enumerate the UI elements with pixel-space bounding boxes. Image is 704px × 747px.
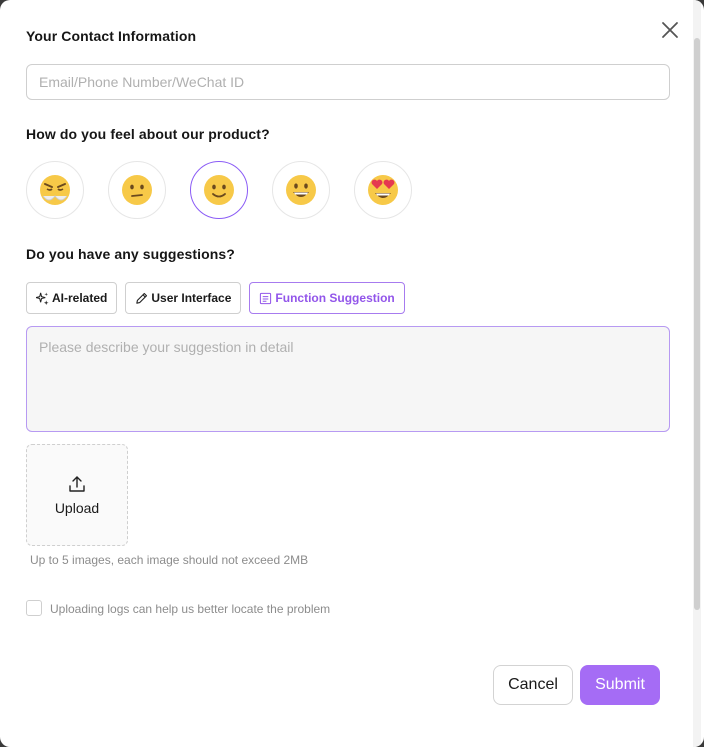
tag-user-interface[interactable]: User Interface bbox=[125, 282, 242, 314]
confused-face-icon bbox=[122, 175, 152, 205]
feedback-dialog: Your Contact Information How do you feel… bbox=[0, 0, 704, 747]
slightly-smiling-face-button[interactable] bbox=[190, 161, 248, 219]
grinning-face-icon bbox=[286, 175, 316, 205]
upload-hint: Up to 5 images, each image should not ex… bbox=[30, 553, 309, 567]
tag-label: Function Suggestion bbox=[275, 291, 395, 305]
cancel-button[interactable]: Cancel bbox=[493, 665, 573, 705]
tag-function-suggestion[interactable]: Function Suggestion bbox=[249, 282, 405, 314]
emoji-rating-group bbox=[26, 161, 412, 219]
angry-face-button[interactable] bbox=[26, 161, 84, 219]
contact-title: Your Contact Information bbox=[26, 28, 197, 44]
sparkles-icon bbox=[36, 291, 49, 305]
suggestion-textarea[interactable] bbox=[26, 326, 670, 432]
confused-face-button[interactable] bbox=[108, 161, 166, 219]
upload-logs-label[interactable]: Uploading logs can help us better locate… bbox=[50, 602, 330, 616]
heart-eyes-face-icon bbox=[368, 175, 398, 205]
scrollbar-thumb[interactable] bbox=[694, 38, 700, 610]
contact-input[interactable] bbox=[26, 64, 670, 100]
document-icon bbox=[260, 292, 272, 304]
upload-icon bbox=[69, 475, 85, 492]
tag-label: AI-related bbox=[52, 291, 108, 305]
suggestion-tag-group: AI-related User Interface Function Sugge… bbox=[26, 282, 405, 314]
pencil-icon bbox=[136, 292, 148, 304]
slightly-smiling-face-icon bbox=[204, 175, 234, 205]
upload-button[interactable]: Upload bbox=[26, 444, 128, 546]
tag-ai-related[interactable]: AI-related bbox=[26, 282, 118, 314]
grinning-face-button[interactable] bbox=[272, 161, 330, 219]
heart-eyes-face-button[interactable] bbox=[354, 161, 412, 219]
tag-label: User Interface bbox=[151, 291, 232, 305]
suggestions-title: Do you have any suggestions? bbox=[26, 246, 235, 262]
angry-face-icon bbox=[40, 175, 70, 205]
upload-label: Upload bbox=[54, 499, 100, 516]
upload-logs-checkbox[interactable] bbox=[26, 600, 42, 616]
submit-button[interactable]: Submit bbox=[580, 665, 660, 705]
close-icon[interactable] bbox=[660, 20, 680, 40]
feeling-title: How do you feel about our product? bbox=[26, 126, 270, 142]
